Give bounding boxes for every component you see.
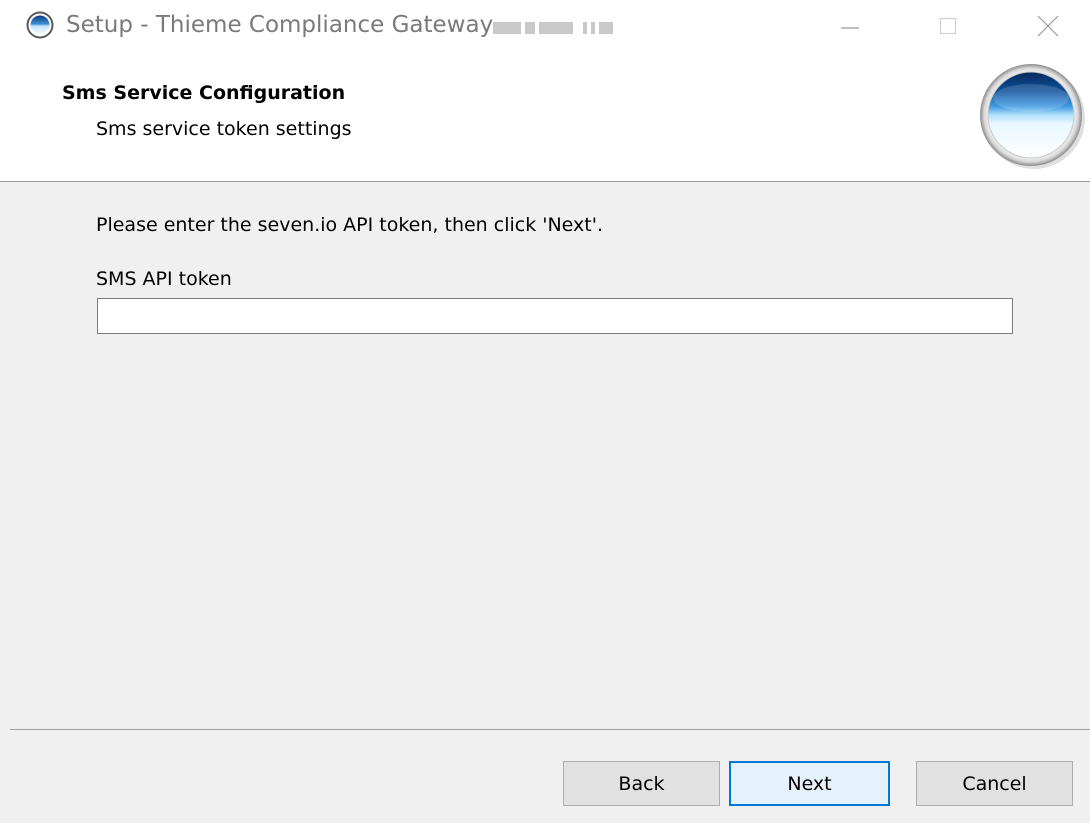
- instruction-text: Please enter the seven.io API token, the…: [96, 214, 603, 236]
- cancel-button[interactable]: Cancel: [916, 761, 1073, 806]
- wizard-header: Sms Service Configuration Sms service to…: [0, 52, 1090, 182]
- sms-api-token-label: SMS API token: [96, 268, 232, 290]
- back-button[interactable]: Back: [563, 761, 720, 806]
- footer-divider: [10, 729, 1090, 730]
- sms-api-token-input[interactable]: [97, 298, 1013, 334]
- setup-window: Setup - Thieme Compliance Gateway Sms Se…: [0, 0, 1090, 823]
- page-title: Sms Service Configuration: [62, 82, 346, 104]
- close-button[interactable]: [1020, 0, 1076, 52]
- setup-logo-icon: [980, 64, 1085, 169]
- title-bar[interactable]: Setup - Thieme Compliance Gateway: [0, 0, 1090, 52]
- window-title: Setup - Thieme Compliance Gateway: [66, 12, 494, 38]
- header-divider: [0, 181, 1090, 182]
- minimize-icon: [841, 27, 859, 29]
- close-icon: [1037, 15, 1059, 37]
- page-subtitle: Sms service token settings: [96, 118, 352, 140]
- app-icon: [26, 11, 54, 39]
- blurred-version: [493, 22, 615, 34]
- next-button[interactable]: Next: [729, 761, 890, 806]
- maximize-icon: [939, 17, 957, 35]
- minimize-button[interactable]: [822, 0, 878, 52]
- maximize-button[interactable]: [920, 0, 976, 52]
